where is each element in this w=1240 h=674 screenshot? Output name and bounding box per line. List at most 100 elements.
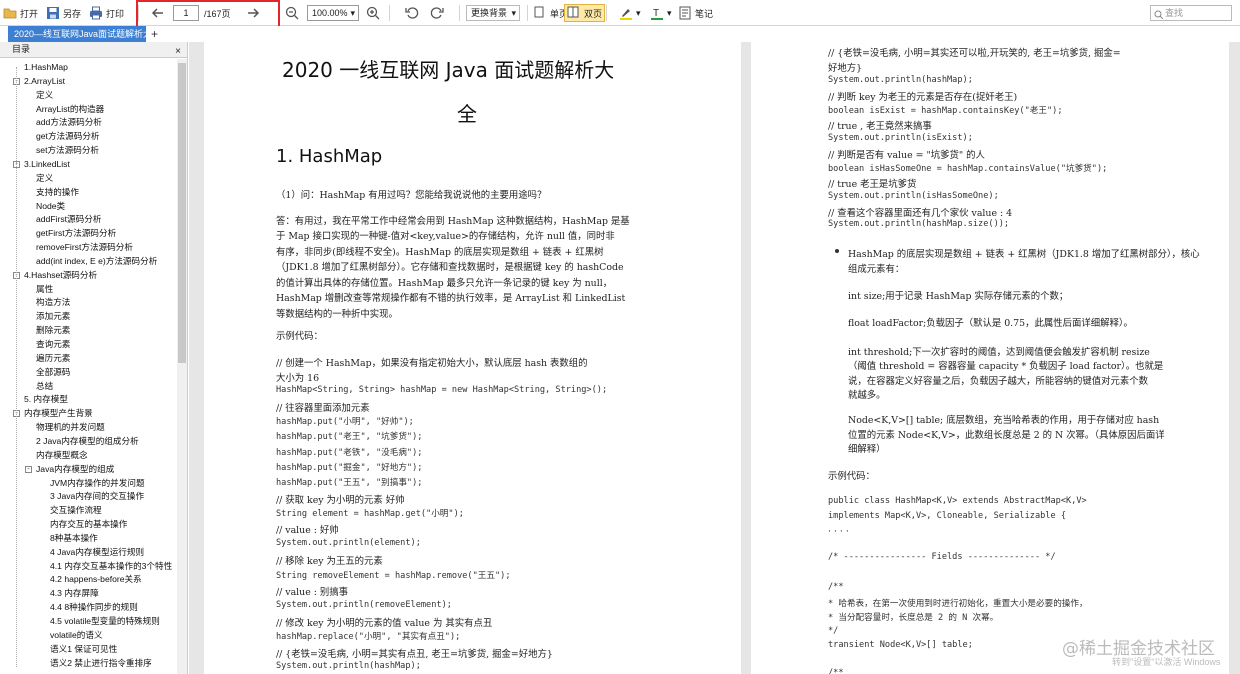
toc-item[interactable]: getFirst方法源码分析: [36, 227, 116, 240]
next-page-button[interactable]: [246, 4, 260, 22]
toc-item[interactable]: 内存模型概念: [36, 449, 88, 462]
toc-item[interactable]: 属性: [36, 283, 53, 296]
toc-item[interactable]: JVM内存操作的并发问题: [50, 477, 145, 490]
open-button[interactable]: 打开: [3, 4, 38, 22]
code-line: boolean isExist = hashMap.containsKey("老…: [828, 106, 1063, 116]
toc-item[interactable]: 5. 内存模型: [24, 393, 68, 406]
note-label: 笔记: [695, 8, 714, 19]
toc-item[interactable]: Java内存模型的组成: [36, 463, 114, 476]
toc-list: 1.HashMap 2.ArrayList - 定义 ArrayList的构造器 add方…: [0, 59, 176, 674]
printer-icon: [89, 6, 103, 20]
paragraph-line: 就越多。: [848, 390, 886, 401]
double-page-icon: [567, 6, 581, 20]
toc-item[interactable]: 4.2 happens-before关系: [50, 573, 142, 586]
code-line: // 移除 key 为王五的元素: [276, 556, 383, 567]
toc-item[interactable]: 物理机的并发问题: [36, 421, 105, 434]
code-line: /**: [828, 668, 844, 674]
toc-item[interactable]: set方法源码分析: [36, 144, 99, 157]
example-label: 示例代码：: [828, 471, 875, 482]
search-icon: [1154, 9, 1164, 23]
single-page-button[interactable]: 单页: [533, 4, 568, 22]
zoom-out-button[interactable]: [285, 4, 299, 22]
paragraph-line: float loadFactor;负载因子（默认是 0.75，此属性后面详细解释…: [848, 318, 1133, 329]
toc-item[interactable]: 1.HashMap: [24, 61, 68, 74]
toc-item[interactable]: get方法源码分析: [36, 130, 100, 143]
zoom-in-button[interactable]: [366, 4, 380, 22]
search-input[interactable]: 查找: [1150, 5, 1232, 21]
code-line: System.out.println(hashMap);: [828, 75, 973, 85]
toc-item[interactable]: 语义2 禁止进行指令重排序: [50, 657, 152, 670]
toc-item[interactable]: add(int index, E e)方法源码分析: [36, 255, 157, 268]
rotate-left-button[interactable]: [405, 4, 419, 22]
double-page-button[interactable]: 双页: [564, 4, 606, 22]
note-button[interactable]: 笔记: [678, 4, 713, 22]
toc-item[interactable]: 3 Java内存间的交互操作: [50, 490, 144, 503]
toc-item[interactable]: 删除元素: [36, 324, 70, 337]
rotate-right-button[interactable]: [430, 4, 444, 22]
toc-sidebar: 目录 × 1.HashMap 2.ArrayList - 定义 ArrayList的构造…: [0, 42, 188, 674]
toc-item[interactable]: 2 Java内存模型的组成分析: [36, 435, 139, 448]
toc-item[interactable]: addFirst源码分析: [36, 213, 101, 226]
toc-item[interactable]: 内存模型产生背景: [24, 407, 93, 420]
scrollbar[interactable]: [177, 59, 187, 674]
prev-page-button[interactable]: [151, 4, 165, 22]
code-line: System.out.println(isExist);: [828, 133, 973, 143]
page-number-input[interactable]: 1: [173, 5, 199, 21]
toc-item[interactable]: 4.4 8种操作同步的规则: [50, 601, 138, 614]
toc-item[interactable]: 4.5 volatile型变量的特殊规则: [50, 615, 160, 628]
new-tab-button[interactable]: +: [151, 27, 158, 41]
toc-item[interactable]: 4.3 内存屏障: [50, 587, 99, 600]
toc-item[interactable]: 内存交互的基本操作: [50, 518, 127, 531]
text-color-button[interactable]: T ▾: [650, 4, 672, 22]
collapse-toggle[interactable]: -: [25, 465, 32, 473]
toc-item[interactable]: volatile的语义: [50, 629, 103, 642]
divider: [606, 5, 607, 21]
code-line: hashMap.put("小明", "好帅");: [276, 417, 414, 427]
toc-item[interactable]: 4.1 内存交互基本操作的3个特性: [50, 560, 172, 573]
toc-item[interactable]: 查询元素: [36, 338, 70, 351]
toc-item[interactable]: 4 Java内存模型运行规则: [50, 546, 144, 559]
toc-item[interactable]: 2.ArrayList: [24, 75, 65, 88]
toc-item[interactable]: Node类: [36, 200, 65, 213]
toc-item[interactable]: 8种基本操作: [50, 532, 98, 545]
zoom-select[interactable]: 100.00% ▾: [307, 5, 359, 21]
code-line: public class HashMap<K,V> extends Abstra…: [828, 496, 1087, 506]
divider: [459, 5, 460, 21]
toc-item[interactable]: add方法源码分析: [36, 116, 102, 129]
arrow-right-icon: [246, 6, 260, 20]
single-page-icon: [533, 6, 547, 20]
toc-item[interactable]: 总结: [36, 380, 53, 393]
code-line: * 当分配容量时，长度总是 2 的 N 次幂。: [828, 613, 999, 623]
rotate-left-icon: [405, 6, 419, 20]
toc-item[interactable]: 构造方法: [36, 296, 70, 309]
toc-item[interactable]: 定义: [36, 172, 53, 185]
page-total: /167页: [204, 8, 231, 19]
toc-item[interactable]: 全部源码: [36, 366, 70, 379]
toc-item[interactable]: ArrayList的构造器: [36, 103, 104, 116]
rotate-right-icon: [430, 6, 444, 20]
toc-item[interactable]: 支持的操作: [36, 186, 79, 199]
scrollbar-thumb[interactable]: [178, 63, 186, 363]
svg-text:T: T: [653, 8, 659, 19]
toc-item[interactable]: 遍历元素: [36, 352, 70, 365]
paragraph-line: 有序，非同步(即线程不安全)。HashMap 的底层实现是数组 + 链表 + 红…: [276, 247, 604, 258]
toc-item[interactable]: 语义1 保证可见性: [50, 643, 117, 656]
paragraph-line: （JDK1.8 增加了红黑树部分）。它存储和查找数据时，是根据键 key 的 h…: [276, 262, 624, 273]
code-line: transient Node<K,V>[] table;: [828, 640, 973, 650]
toc-item[interactable]: removeFirst方法源码分析: [36, 241, 133, 254]
save-as-button[interactable]: 另存: [46, 4, 81, 22]
background-select[interactable]: 更换背景 ▾: [466, 5, 520, 21]
toc-item[interactable]: 定义: [36, 89, 53, 102]
highlighter-button[interactable]: ▾: [619, 4, 641, 22]
code-line: hashMap.replace("小明", "其实有点丑");: [276, 632, 461, 642]
document-tab[interactable]: 2020—线互联网Java面试题解析大全: [8, 26, 146, 42]
toc-item[interactable]: 交互操作流程: [50, 504, 102, 517]
paragraph-line: 的值计算出具体的存储位置。HashMap 最多只允许一条记录的键 key 为 n…: [276, 278, 613, 289]
toc-item[interactable]: 添加元素: [36, 310, 70, 323]
print-button[interactable]: 打印: [89, 4, 124, 22]
toc-item[interactable]: 4.Hashset源码分析: [24, 269, 97, 282]
folder-icon: [3, 6, 17, 20]
close-icon[interactable]: ×: [175, 44, 181, 59]
toc-item[interactable]: 3.LinkedList: [24, 158, 70, 171]
code-line: * 哈希表，在第一次使用到时进行初始化，重置大小是必要的操作，: [828, 599, 1088, 609]
